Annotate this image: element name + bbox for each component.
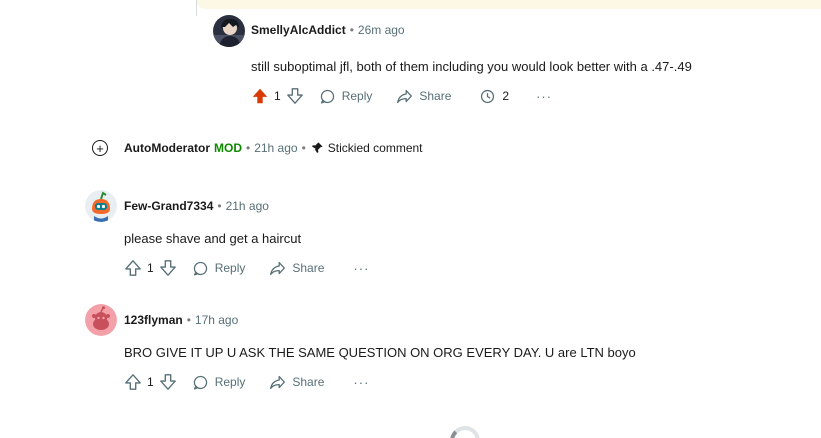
share-icon bbox=[270, 261, 286, 275]
reply-icon bbox=[193, 375, 207, 390]
username[interactable]: AutoModerator bbox=[124, 141, 210, 155]
separator-dot: • bbox=[217, 199, 222, 213]
reply-button[interactable]: Reply bbox=[319, 88, 373, 105]
reply-button[interactable]: Reply bbox=[192, 374, 246, 391]
reply-icon bbox=[193, 261, 207, 276]
timestamp[interactable]: 26m ago bbox=[358, 23, 405, 37]
share-label: Share bbox=[419, 89, 452, 103]
share-label: Share bbox=[292, 375, 325, 389]
downvote-button[interactable] bbox=[159, 373, 177, 391]
comment-meta: 123flyman • 17h ago bbox=[124, 313, 238, 327]
reply-icon bbox=[320, 89, 334, 104]
downvote-button[interactable] bbox=[159, 259, 177, 277]
reply-label: Reply bbox=[214, 261, 246, 275]
timestamp[interactable]: 21h ago bbox=[226, 199, 269, 213]
avatar[interactable] bbox=[85, 304, 117, 336]
avatar[interactable] bbox=[213, 15, 245, 47]
comment-actions: 1 Reply Share ··· bbox=[124, 372, 369, 392]
share-button[interactable]: Share bbox=[396, 88, 451, 105]
username[interactable]: Few-Grand7334 bbox=[124, 199, 213, 213]
separator-dot: • bbox=[301, 141, 306, 155]
previous-comment-highlight bbox=[196, 0, 821, 9]
share-button[interactable]: Share bbox=[269, 374, 324, 391]
pin-icon bbox=[311, 142, 323, 153]
upvote-icon bbox=[125, 374, 141, 390]
timestamp[interactable]: 21h ago bbox=[254, 141, 297, 155]
downvote-button[interactable] bbox=[286, 87, 304, 105]
comment-meta: Few-Grand7334 • 21h ago bbox=[124, 199, 269, 213]
comment-actions: 1 Reply Share 2 ··· bbox=[251, 86, 552, 106]
separator-dot: • bbox=[246, 141, 251, 155]
comment-body: please shave and get a haircut bbox=[124, 231, 302, 246]
upvote-button[interactable] bbox=[124, 373, 142, 391]
award-count: 2 bbox=[502, 89, 510, 103]
mod-badge: MOD bbox=[214, 141, 242, 155]
comment-meta: SmellyAlcAddict • 26m ago bbox=[251, 23, 405, 37]
share-icon bbox=[270, 375, 286, 389]
separator-dot: • bbox=[186, 313, 191, 327]
stickied-label: Stickied comment bbox=[327, 141, 423, 155]
reply-label: Reply bbox=[214, 375, 246, 389]
loading-spinner-icon bbox=[450, 426, 480, 438]
vote-count: 1 bbox=[274, 89, 281, 103]
share-label: Share bbox=[292, 261, 325, 275]
award-button[interactable]: 2 bbox=[479, 88, 509, 105]
share-button[interactable]: Share bbox=[269, 260, 324, 277]
avatar[interactable] bbox=[85, 190, 117, 222]
comment-meta: AutoModerator MOD • 21h ago • Stickied c… bbox=[124, 141, 423, 155]
downvote-icon bbox=[159, 260, 176, 276]
comment-body: still suboptimal jfl, both of them inclu… bbox=[251, 59, 692, 74]
upvote-icon bbox=[252, 88, 268, 104]
comment-thread: SmellyAlcAddict • 26m ago still suboptim… bbox=[0, 0, 821, 438]
upvote-button[interactable] bbox=[124, 259, 142, 277]
upvote-icon bbox=[125, 260, 141, 276]
downvote-icon bbox=[159, 374, 176, 390]
award-icon bbox=[481, 89, 495, 103]
thread-line[interactable] bbox=[196, 0, 197, 16]
more-options-button[interactable]: ··· bbox=[536, 89, 552, 104]
more-options-button[interactable]: ··· bbox=[353, 261, 369, 276]
comment-body: BRO GIVE IT UP U ASK THE SAME QUESTION O… bbox=[124, 345, 636, 360]
timestamp[interactable]: 17h ago bbox=[195, 313, 238, 327]
vote-count: 1 bbox=[147, 261, 154, 275]
share-icon bbox=[397, 89, 413, 103]
downvote-icon bbox=[286, 88, 303, 104]
expand-icon[interactable]: + bbox=[92, 140, 108, 156]
vote-count: 1 bbox=[147, 375, 154, 389]
more-options-button[interactable]: ··· bbox=[353, 375, 369, 390]
username[interactable]: 123flyman bbox=[124, 313, 183, 327]
comment-actions: 1 Reply Share ··· bbox=[124, 258, 369, 278]
upvote-button[interactable] bbox=[251, 87, 269, 105]
reply-button[interactable]: Reply bbox=[192, 260, 246, 277]
username[interactable]: SmellyAlcAddict bbox=[251, 23, 346, 37]
reply-label: Reply bbox=[341, 89, 373, 103]
separator-dot: • bbox=[349, 23, 354, 37]
